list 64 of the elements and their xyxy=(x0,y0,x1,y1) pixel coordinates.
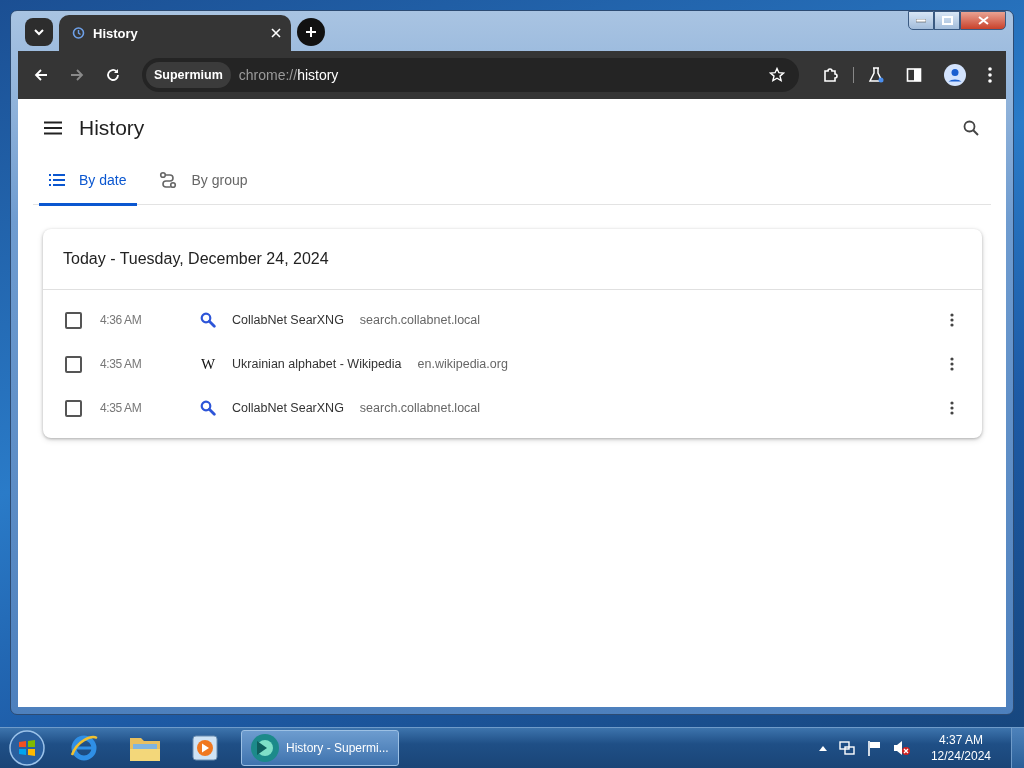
more-icon[interactable] xyxy=(988,67,992,83)
media-player-icon[interactable] xyxy=(191,734,219,762)
url-path: history xyxy=(297,67,340,83)
close-icon[interactable] xyxy=(271,28,281,38)
back-icon[interactable] xyxy=(34,68,48,82)
view-tab[interactable]: By date xyxy=(39,157,138,206)
list-icon xyxy=(49,174,65,186)
show-hidden-icons-icon[interactable] xyxy=(818,745,827,751)
browser-icon[interactable] xyxy=(69,733,99,763)
site-chip[interactable]: Supermium xyxy=(146,62,231,88)
side-panel-icon[interactable] xyxy=(906,67,922,83)
browser-icon xyxy=(250,733,280,763)
plus-icon xyxy=(305,26,317,38)
more-icon[interactable] xyxy=(950,313,954,327)
more-icon[interactable] xyxy=(950,401,954,415)
page-title: History xyxy=(79,116,146,140)
browser-tab[interactable]: History xyxy=(59,15,291,51)
minimize-icon xyxy=(916,18,926,23)
address-bar[interactable]: Supermium chrome://history xyxy=(142,58,799,92)
reload-icon[interactable] xyxy=(106,68,120,82)
date-heading: Today - Tuesday, December 24, 2024 xyxy=(63,250,329,268)
close-icon xyxy=(977,16,989,25)
history-icon xyxy=(71,26,85,40)
visit-time: 4:35 AM xyxy=(100,401,143,415)
clock-time[interactable]: 4:37 AM xyxy=(938,732,983,748)
checkbox[interactable] xyxy=(65,399,82,417)
page-link[interactable]: CollabNet SearXNG xyxy=(232,401,344,415)
chevron-down-icon xyxy=(33,28,45,36)
domain-text: search.collabnet.local xyxy=(359,401,482,415)
domain-text: en.wikipedia.org xyxy=(417,357,509,371)
domain-text: search.collabnet.local xyxy=(359,313,482,327)
taskbar-button[interactable]: History - Supermi... xyxy=(241,730,399,766)
page-link[interactable]: CollabNet SearXNG xyxy=(232,313,344,327)
star-icon[interactable] xyxy=(769,67,785,83)
flask-icon[interactable] xyxy=(868,67,884,83)
maximize-button[interactable] xyxy=(934,11,960,30)
network-icon[interactable] xyxy=(838,740,855,756)
flag-icon[interactable] xyxy=(866,740,881,756)
menu-icon[interactable] xyxy=(44,121,62,135)
more-icon[interactable] xyxy=(950,357,954,371)
view-tab[interactable]: By group xyxy=(149,157,259,206)
search-icon xyxy=(200,400,216,416)
page-link[interactable]: Ukrainian alphabet - Wikipedia xyxy=(232,357,402,371)
tab-search-button[interactable] xyxy=(25,18,53,46)
start-button[interactable] xyxy=(9,730,45,766)
site-icon: W xyxy=(200,356,216,372)
forward-icon[interactable] xyxy=(70,68,84,82)
search-icon[interactable] xyxy=(963,120,979,136)
checkbox[interactable] xyxy=(65,311,82,329)
close-button[interactable] xyxy=(960,11,1006,30)
profile-icon[interactable] xyxy=(944,64,966,86)
speaker-muted-icon[interactable] xyxy=(892,740,911,756)
minimize-button[interactable] xyxy=(908,11,934,30)
checkbox[interactable] xyxy=(65,355,82,373)
puzzle-icon[interactable] xyxy=(823,67,839,83)
branch-icon xyxy=(159,171,178,189)
url-scheme: chrome:// xyxy=(238,67,298,83)
new-tab-button[interactable] xyxy=(297,18,325,46)
visit-time: 4:35 AM xyxy=(100,357,143,371)
visit-time: 4:36 AM xyxy=(100,313,143,327)
tab-title: History xyxy=(93,25,139,41)
clock-date[interactable]: 12/24/2024 xyxy=(930,748,991,764)
search-icon xyxy=(200,312,216,328)
maximize-icon xyxy=(941,16,953,25)
